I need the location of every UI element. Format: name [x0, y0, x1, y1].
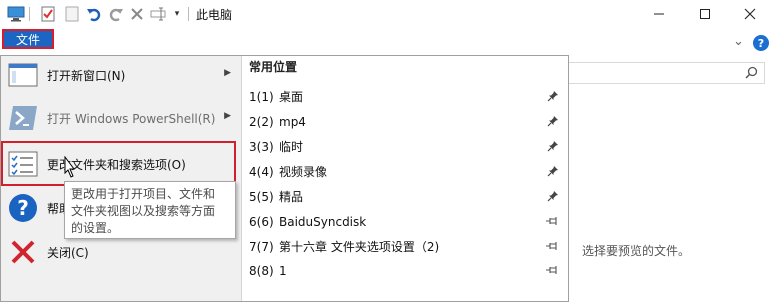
unpinned-icon[interactable]: [545, 215, 559, 229]
place-index: 8(8): [249, 263, 274, 278]
place-index: 6(6): [249, 214, 274, 229]
help-icon: ?: [6, 191, 40, 225]
place-name: 第十六章 文件夹选项设置（2): [279, 240, 440, 254]
submenu-arrow-icon: ▶: [224, 68, 231, 78]
computer-icon[interactable]: [6, 5, 26, 23]
pinned-icon[interactable]: [547, 90, 559, 105]
customize-toolbar-chevron-icon[interactable]: ▾: [171, 5, 183, 23]
powershell-icon: [6, 101, 40, 135]
search-input[interactable]: [568, 62, 765, 84]
search-icon: [745, 66, 758, 82]
maximize-button[interactable]: [682, 0, 728, 28]
minimize-button[interactable]: [636, 0, 682, 28]
place-name: 桌面: [279, 90, 304, 104]
pinned-icon[interactable]: [547, 165, 559, 180]
svg-text:?: ?: [17, 196, 29, 220]
menu-item-label: 打开新窗口(N): [47, 68, 126, 83]
place-item[interactable]: 7(7) 第十六章 文件夹选项设置（2): [249, 234, 561, 259]
unpinned-icon[interactable]: [545, 264, 559, 278]
place-index: 2(2): [249, 114, 274, 129]
place-item[interactable]: 1(1) 桌面: [249, 84, 561, 109]
place-index: 5(5): [249, 189, 274, 204]
menu-item-open-new-window[interactable]: 打开新窗口(N) ▶: [1, 54, 239, 96]
place-name: 视频录像: [279, 165, 328, 179]
rename-icon[interactable]: [149, 5, 169, 23]
place-name: BaiduSyncdisk: [279, 214, 367, 229]
place-name: 1: [279, 263, 287, 278]
place-item[interactable]: 2(2) mp4: [249, 109, 561, 134]
window-title: 此电脑: [196, 8, 233, 22]
delete-icon[interactable]: [128, 5, 146, 23]
tooltip-line: 更改用于打开项目、文件和: [71, 187, 216, 201]
place-name: mp4: [279, 114, 306, 129]
place-name: 临时: [279, 140, 304, 154]
redo-icon[interactable]: [106, 5, 126, 23]
tooltip-line: 文件夹视图以及搜索等方面: [71, 204, 216, 218]
unpinned-icon[interactable]: [545, 240, 559, 254]
close-icon: [6, 235, 40, 269]
ribbon-expand-chevron-icon[interactable]: ⌄: [733, 34, 744, 49]
tooltip: 更改用于打开项目、文件和 文件夹视图以及搜索等方面 的设置。: [64, 181, 236, 239]
place-item[interactable]: 6(6) BaiduSyncdisk: [249, 209, 561, 234]
place-index: 1(1): [249, 89, 274, 104]
highlight-box: [1, 141, 236, 186]
place-index: 3(3): [249, 139, 274, 154]
pinned-icon[interactable]: [547, 140, 559, 155]
mouse-cursor-icon: [61, 155, 77, 183]
place-item[interactable]: 5(5) 精品: [249, 184, 561, 209]
menu-item-open-powershell[interactable]: 打开 Windows PowerShell(R) ▶: [1, 97, 239, 139]
submenu-arrow-icon: ▶: [224, 111, 231, 121]
menu-item-label: 打开 Windows PowerShell(R): [47, 111, 216, 126]
new-window-icon: [6, 58, 40, 92]
frequent-places-header: 常用位置: [249, 60, 298, 74]
new-folder-icon[interactable]: [62, 5, 82, 23]
place-index: 4(4): [249, 164, 274, 179]
close-window-button[interactable]: [727, 0, 773, 28]
menu-item-label: 关闭(C): [47, 245, 89, 260]
tooltip-line: 的设置。: [71, 221, 120, 235]
pinned-icon[interactable]: [547, 115, 559, 130]
place-name: 精品: [279, 190, 304, 204]
help-button[interactable]: ?: [753, 35, 769, 51]
file-tab[interactable]: 文件: [2, 29, 54, 49]
toolbar-divider: [29, 7, 30, 21]
place-index: 7(7): [249, 239, 274, 254]
place-item[interactable]: 3(3) 临时: [249, 134, 561, 159]
place-item[interactable]: 8(8) 1: [249, 258, 561, 283]
preview-pane-message: 选择要预览的文件。: [582, 244, 691, 258]
place-item[interactable]: 4(4) 视频录像: [249, 159, 561, 184]
properties-icon[interactable]: [38, 5, 58, 23]
undo-icon[interactable]: [84, 5, 104, 23]
pinned-icon[interactable]: [547, 190, 559, 205]
title-divider: [188, 7, 189, 21]
